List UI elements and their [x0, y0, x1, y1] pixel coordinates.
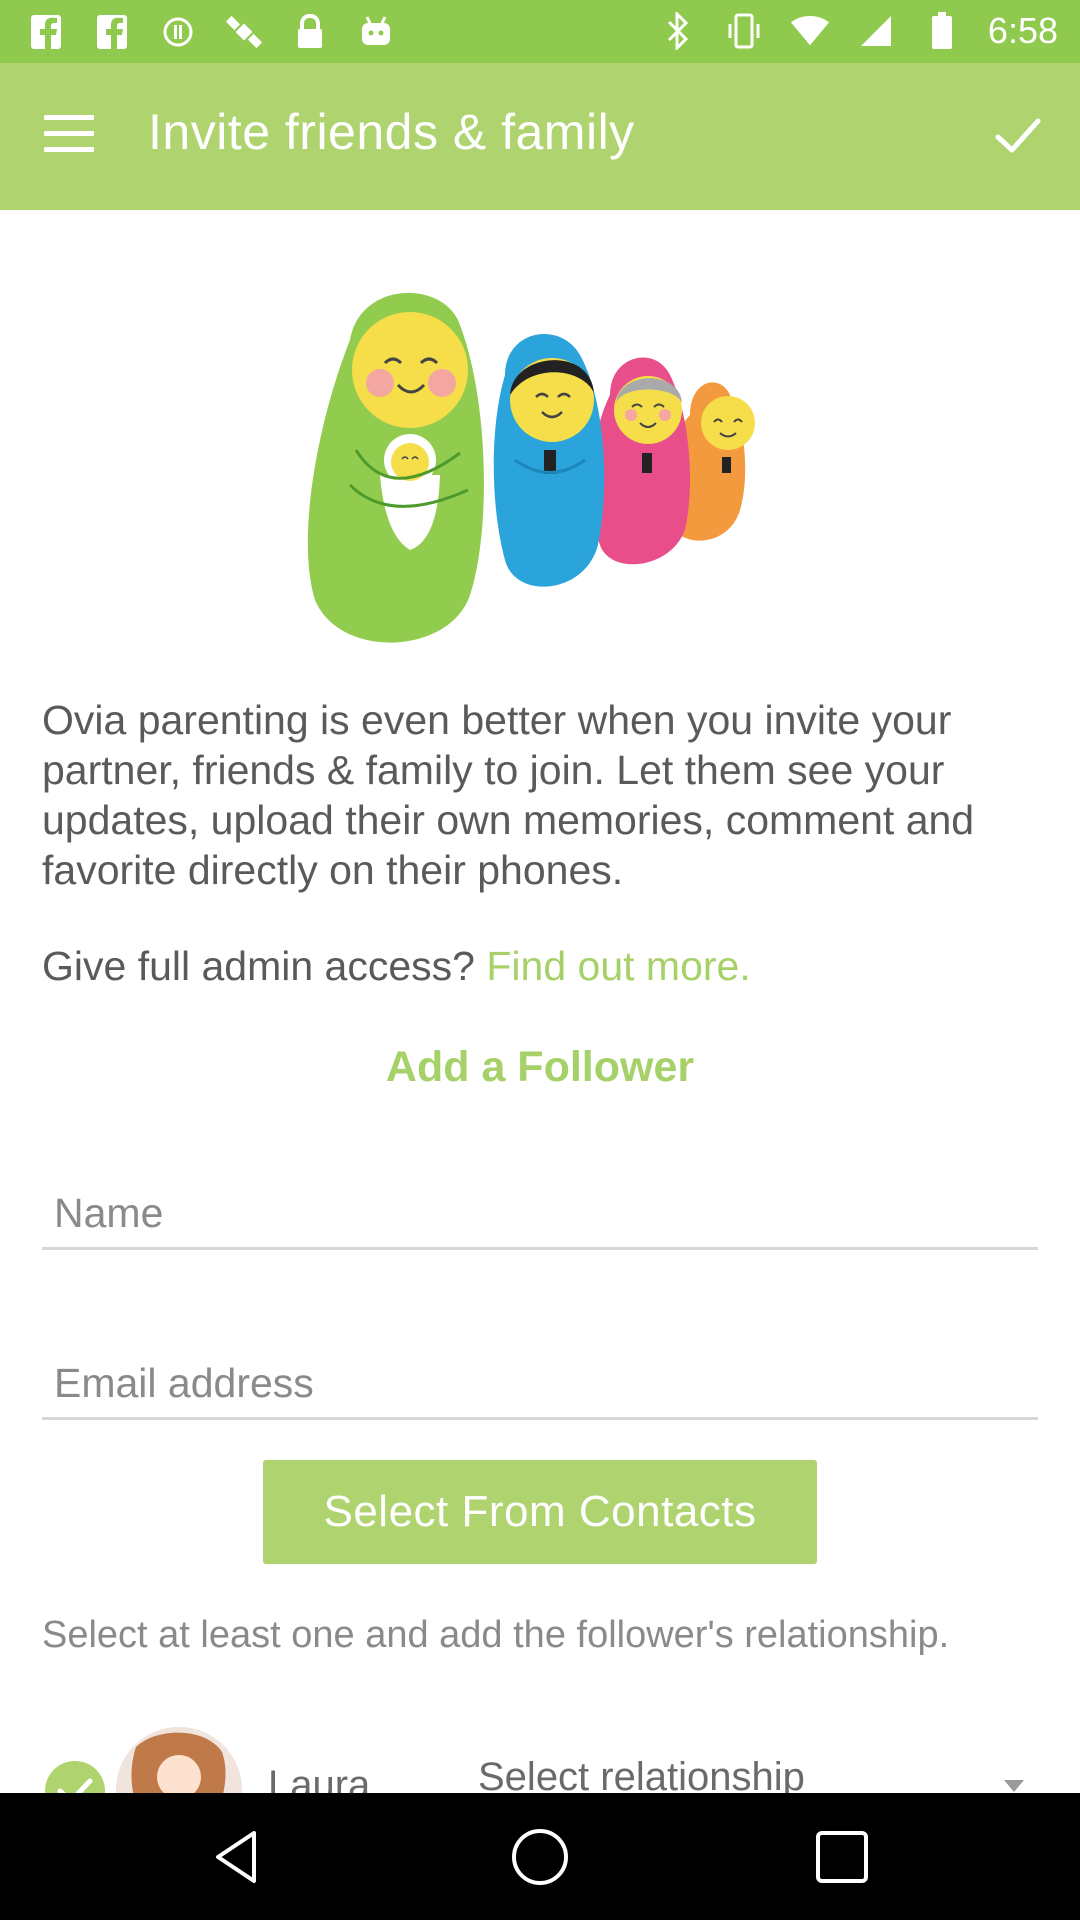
home-icon[interactable]: [508, 1825, 572, 1889]
navigation-bar: [0, 1793, 1080, 1920]
battery-icon: [922, 11, 962, 51]
android-icon: [356, 12, 396, 52]
contact-checkbox[interactable]: [45, 1761, 105, 1793]
select-from-contacts-button[interactable]: Select From Contacts: [263, 1460, 817, 1564]
admin-access-line: Give full admin access? Find out more.: [42, 943, 751, 990]
recents-icon[interactable]: [810, 1825, 874, 1889]
facebook-icon: [26, 12, 66, 52]
page-title: Invite friends & family: [148, 104, 635, 160]
admin-question: Give full admin access?: [42, 943, 475, 989]
relationship-hint: Select at least one and add the follower…: [42, 1614, 950, 1656]
lock-icon: [290, 12, 330, 52]
bluetooth-icon: [658, 11, 698, 51]
contact-name: Laura: [268, 1763, 371, 1793]
vibrate-icon: [724, 11, 764, 51]
confirm-checkmark-icon[interactable]: [986, 103, 1050, 167]
hamburger-menu-icon[interactable]: [44, 115, 100, 159]
facebook-icon: [92, 12, 132, 52]
list-item: Laura Select relationship: [0, 1725, 1080, 1793]
back-icon[interactable]: [206, 1825, 270, 1889]
status-time: 6:58: [987, 10, 1058, 51]
email-field-container: [42, 1340, 1038, 1420]
wifi-icon: [790, 11, 830, 51]
satellite-icon: [224, 12, 264, 52]
chevron-down-icon[interactable]: [1004, 1780, 1024, 1792]
nesting-dolls-illustration: [290, 285, 790, 655]
avatar: [116, 1727, 242, 1793]
intro-text: Ovia parenting is even better when you i…: [42, 697, 975, 893]
email-field[interactable]: [42, 1340, 1038, 1417]
find-out-more-link[interactable]: Find out more.: [486, 943, 750, 989]
relationship-select[interactable]: Select relationship: [478, 1755, 805, 1793]
status-icons-left: [26, 12, 396, 52]
status-dot-icon: [158, 12, 198, 52]
signal-icon: [856, 11, 896, 51]
name-field-container: [42, 1170, 1038, 1250]
status-bar: 6:58: [0, 0, 1080, 63]
section-title: Add a Follower: [385, 1043, 695, 1091]
name-field[interactable]: [42, 1170, 1038, 1247]
status-icons-right: 6:58: [658, 10, 1058, 52]
app-bar: Invite friends & family: [0, 63, 1080, 210]
